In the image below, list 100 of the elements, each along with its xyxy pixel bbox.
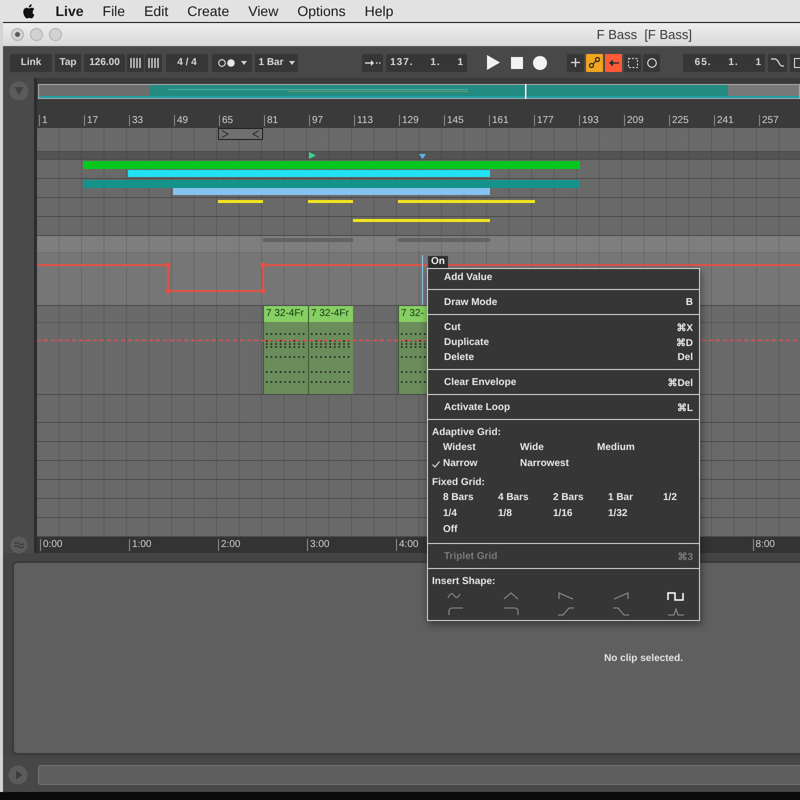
arrow-left-icon[interactable] (608, 58, 618, 66)
menu-item[interactable]: Add Value (428, 270, 699, 285)
menu-bar-item[interactable]: View (238, 0, 288, 22)
grid-option[interactable]: 1/16 (542, 507, 572, 521)
apple-icon[interactable] (22, 4, 35, 18)
position-field[interactable]: 137. 1. 1 (386, 54, 467, 72)
time-signature-field[interactable]: 4 / 4 (166, 54, 208, 72)
re-enable-automation-button[interactable] (605, 54, 622, 72)
clip-bar[interactable] (353, 219, 490, 222)
time-label: 2:00 (218, 539, 240, 551)
record-icon[interactable] (533, 56, 547, 70)
fade-button[interactable] (768, 54, 787, 72)
grid-option[interactable]: 1/2 (652, 491, 677, 505)
bars-icon[interactable] (130, 58, 141, 68)
grid-option[interactable]: 1/8 (487, 507, 512, 521)
loop-brace[interactable] (218, 128, 263, 140)
menu-item[interactable]: Duplicate ⌘D (428, 335, 699, 350)
dots-icon[interactable] (218, 58, 236, 66)
value-tooltip: On (428, 256, 448, 268)
ease-out-curve-icon[interactable] (501, 606, 521, 617)
rising-step-icon[interactable] (556, 606, 576, 617)
ramp-down-icon[interactable] (556, 591, 576, 602)
nudge-button[interactable] (127, 54, 144, 72)
menu-item[interactable]: Delete Del (428, 350, 699, 365)
caret-icon[interactable] (288, 60, 294, 64)
grid-option[interactable]: 1/4 (432, 507, 457, 521)
bar-number: 145 (444, 115, 464, 126)
metronome-button[interactable] (212, 54, 252, 72)
link-button[interactable]: Link (10, 54, 52, 72)
grid-option[interactable]: Narrow (432, 457, 478, 471)
ramp-up-icon[interactable] (611, 591, 631, 602)
bars-icon[interactable] (148, 58, 159, 68)
nodes-icon[interactable] (589, 57, 600, 68)
bar-number: 209 (624, 115, 644, 126)
grid-option[interactable]: 8 Bars (432, 491, 474, 505)
shortcut-text: B (686, 297, 693, 308)
clip-bar[interactable] (173, 188, 490, 195)
menu-bar-item[interactable]: Edit (134, 0, 178, 22)
menu-heading: Insert Shape: (431, 575, 496, 589)
tap-button[interactable]: Tap (55, 54, 81, 72)
ease-in-curve-icon[interactable] (446, 606, 466, 617)
add-button[interactable] (567, 54, 584, 72)
arrow-right-icon[interactable] (364, 58, 380, 66)
clip-bar[interactable] (128, 170, 490, 177)
midi-clip[interactable]: 7 32-4Fr (308, 306, 353, 394)
dotted-square-icon[interactable] (628, 58, 638, 68)
grid-option[interactable]: Off (432, 523, 458, 537)
shortcut-text: ⌘3 (677, 550, 693, 562)
clip-bar[interactable] (308, 200, 353, 203)
automation-arm-button[interactable] (586, 54, 603, 72)
close-button[interactable] (11, 28, 24, 41)
time-label: 1:00 (129, 539, 152, 551)
spike-icon[interactable] (666, 606, 686, 617)
session-record-button[interactable] (643, 54, 660, 72)
stop-icon[interactable] (511, 56, 523, 68)
shortcut-text: ⌘D (676, 336, 693, 348)
automation-envelope[interactable] (37, 264, 800, 292)
caret-icon[interactable] (240, 60, 246, 64)
grid-option[interactable]: 1/32 (597, 507, 628, 521)
grid-option[interactable]: Narrowest (509, 457, 569, 471)
bar-number: 193 (579, 115, 599, 126)
curve-icon[interactable] (771, 58, 784, 67)
grid-option[interactable]: Widest (432, 441, 476, 455)
falling-step-icon[interactable] (611, 606, 631, 617)
menu-item[interactable]: Clear Envelope ⌘Del (428, 375, 699, 390)
clip-bar[interactable] (398, 200, 535, 203)
play-icon[interactable] (487, 55, 500, 70)
grid-option[interactable]: 1 Bar (597, 491, 634, 505)
menu-item[interactable]: Cut ⌘X (428, 320, 699, 335)
tempo-field[interactable]: 126.00 (84, 54, 125, 72)
grid-option[interactable]: Wide (509, 441, 544, 455)
menu-bar-item[interactable]: Options (288, 0, 356, 22)
menu-bar-item[interactable]: File (93, 0, 135, 22)
menu-bar-item[interactable]: Help (355, 0, 403, 22)
loop-start-field[interactable]: 65. 1. 1 (683, 54, 765, 72)
bar-number: 33 (129, 115, 144, 126)
midi-clip[interactable]: 7 32- (398, 306, 427, 394)
grid-option[interactable]: 2 Bars (542, 491, 584, 505)
clip-bar[interactable] (218, 200, 263, 203)
app-menu[interactable]: Live (46, 0, 94, 22)
capture-button[interactable] (624, 54, 641, 72)
menu-bar-item[interactable]: Create (178, 0, 239, 22)
bar-number: 161 (489, 115, 509, 126)
shortcut-text: ⌘Del (667, 376, 693, 388)
menu-heading: Fixed Grid: (431, 476, 486, 490)
follow-button[interactable] (362, 54, 383, 72)
circle-icon[interactable] (646, 58, 656, 68)
menu-item[interactable]: Draw Mode B (428, 295, 699, 310)
grid-option[interactable]: 4 Bars (487, 491, 529, 505)
time-label: 4:00 (396, 539, 418, 551)
shortcut-text: Del (677, 352, 693, 363)
nudge-button[interactable] (145, 54, 162, 72)
quantization-dropdown[interactable]: 1 Bar (255, 54, 298, 72)
plus-icon[interactable] (571, 58, 580, 67)
midi-clip[interactable]: 7 32-4Fr (263, 306, 308, 394)
menu-item[interactable]: Activate Loop ⌘L (428, 400, 699, 415)
square-wave-icon[interactable] (666, 591, 686, 602)
clip-bar[interactable] (83, 161, 580, 169)
grid-option[interactable]: Medium (586, 441, 635, 455)
clip-bar[interactable] (83, 180, 580, 188)
